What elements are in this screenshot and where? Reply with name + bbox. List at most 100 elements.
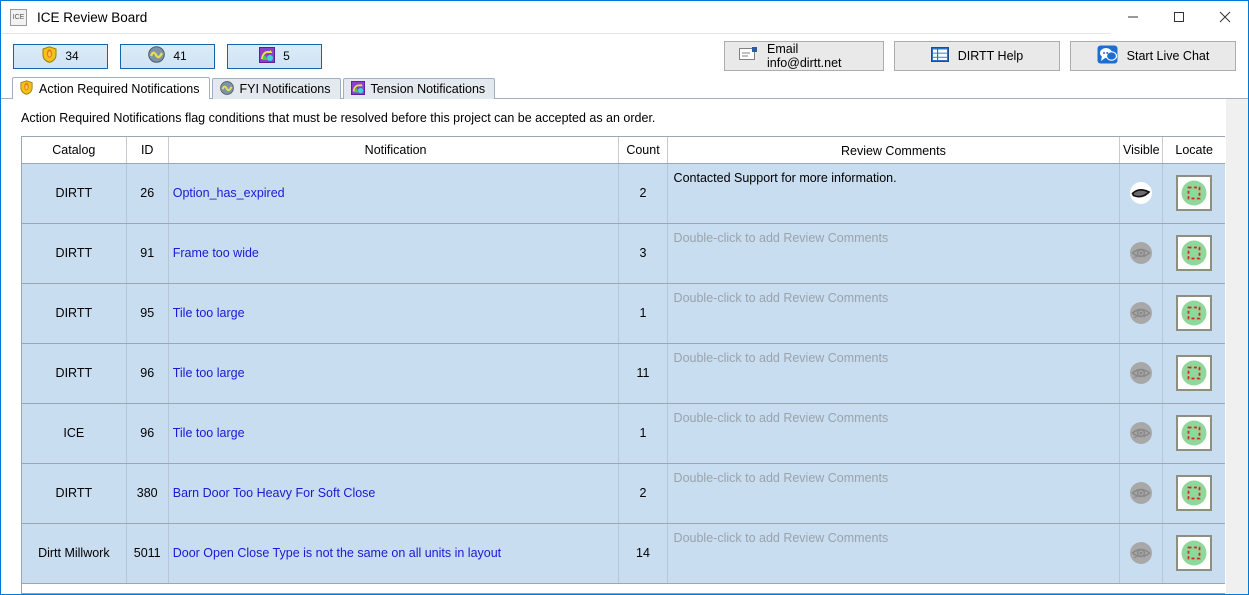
column-header-count[interactable]: Count bbox=[618, 137, 668, 164]
eye-hidden-icon[interactable] bbox=[1126, 361, 1156, 385]
close-button[interactable] bbox=[1202, 0, 1248, 34]
cell-review-comments[interactable]: Double-click to add Review Comments bbox=[667, 403, 1121, 464]
fyi-circle-icon bbox=[219, 80, 234, 98]
cell-catalog: DIRTT bbox=[22, 163, 127, 224]
cell-notification: Barn Door Too Heavy For Soft Close bbox=[168, 463, 620, 524]
cell-id: 95 bbox=[126, 283, 169, 344]
notification-link[interactable]: Option_has_expired bbox=[173, 186, 285, 200]
window-title: ICE Review Board bbox=[37, 9, 148, 25]
locate-button[interactable] bbox=[1176, 415, 1213, 451]
notification-link[interactable]: Tile too large bbox=[173, 426, 245, 440]
cell-id: 380 bbox=[126, 463, 169, 524]
table-row[interactable]: DIRTT 96 Tile too large 11 Double-click to a… bbox=[22, 343, 1225, 404]
locate-button[interactable] bbox=[1176, 535, 1213, 571]
cell-visible bbox=[1119, 403, 1164, 464]
minimize-button[interactable] bbox=[1110, 0, 1156, 34]
locate-button[interactable] bbox=[1176, 175, 1213, 211]
column-header-visible[interactable]: Visible bbox=[1119, 137, 1164, 164]
notification-link[interactable]: Barn Door Too Heavy For Soft Close bbox=[173, 486, 376, 500]
notification-link[interactable]: Door Open Close Type is not the same on … bbox=[173, 546, 501, 560]
review-comment-text: Double-click to add Review Comments bbox=[673, 230, 889, 245]
cell-count: 2 bbox=[618, 163, 668, 224]
table-row[interactable]: Dirtt Millwork 5011 Door Open Close Type i… bbox=[22, 523, 1225, 584]
locate-button[interactable] bbox=[1176, 235, 1213, 271]
panel-description: Action Required Notifications flag condi… bbox=[21, 111, 656, 125]
cell-visible bbox=[1119, 223, 1164, 284]
cell-review-comments[interactable]: Double-click to add Review Comments bbox=[667, 463, 1121, 524]
tension-count-button[interactable]: 5 bbox=[227, 43, 322, 69]
table-row[interactable]: DIRTT 91 Frame too wide 3 Double-click to ad… bbox=[22, 223, 1225, 284]
cell-count: 2 bbox=[618, 463, 668, 524]
dirtt-help-button[interactable]: DIRTT Help bbox=[894, 41, 1060, 71]
cell-count: 3 bbox=[618, 223, 668, 284]
column-header-locate[interactable]: Locate bbox=[1162, 137, 1225, 164]
ice-review-board-window: ICE ICE Review Board 34 41 5 Email info@… bbox=[0, 0, 1249, 595]
eye-hidden-icon[interactable] bbox=[1126, 301, 1156, 325]
action-button-group: Email info@dirtt.net DIRTT Help Start Li… bbox=[724, 41, 1236, 71]
locate-button[interactable] bbox=[1176, 355, 1213, 391]
cell-notification: Door Open Close Type is not the same on … bbox=[168, 523, 620, 584]
title-bar: ICE ICE Review Board bbox=[1, 0, 1248, 34]
dirtt-help-label: DIRTT Help bbox=[957, 49, 1024, 63]
cell-visible bbox=[1119, 463, 1164, 524]
tension-icon bbox=[259, 46, 276, 66]
cell-locate bbox=[1162, 283, 1225, 344]
eye-hidden-icon[interactable] bbox=[1126, 421, 1156, 445]
cell-review-comments[interactable]: Double-click to add Review Comments bbox=[667, 523, 1121, 584]
start-live-chat-button[interactable]: Start Live Chat bbox=[1070, 41, 1236, 71]
eye-visible-icon[interactable] bbox=[1126, 181, 1156, 205]
cell-id: 91 bbox=[126, 223, 169, 284]
app-icon: ICE bbox=[10, 8, 27, 26]
table-row[interactable]: DIRTT 26 Option_has_expired 2 Contacted Supp… bbox=[22, 163, 1225, 224]
cell-count: 11 bbox=[618, 343, 668, 404]
cell-catalog: ICE bbox=[22, 403, 127, 464]
review-comment-text: Double-click to add Review Comments bbox=[673, 350, 889, 365]
toolbar: 34 41 5 Email info@dirtt.net DIRTT Help … bbox=[1, 34, 1248, 78]
cell-catalog: DIRTT bbox=[22, 283, 127, 344]
column-header-catalog[interactable]: Catalog bbox=[22, 137, 127, 164]
tension-icon bbox=[350, 80, 365, 98]
maximize-button[interactable] bbox=[1156, 0, 1202, 34]
tab-tension-notifications[interactable]: Tension Notifications bbox=[342, 78, 496, 99]
tab-fyi-notifications[interactable]: FYI Notifications bbox=[211, 78, 341, 99]
notification-link[interactable]: Tile too large bbox=[173, 366, 245, 380]
fyi-count-button[interactable]: 41 bbox=[120, 43, 215, 69]
cell-catalog: DIRTT bbox=[22, 223, 127, 284]
table-header: Catalog ID Notification Count Review Com… bbox=[22, 137, 1225, 164]
locate-button[interactable] bbox=[1176, 295, 1213, 331]
locate-button[interactable] bbox=[1176, 475, 1213, 511]
table-row[interactable]: DIRTT 380 Barn Door Too Heavy For Soft Clo… bbox=[22, 463, 1225, 524]
column-header-id[interactable]: ID bbox=[126, 137, 169, 164]
tab-fyi-label: FYI Notifications bbox=[239, 82, 331, 96]
tab-action-required-label: Action Required Notifications bbox=[39, 81, 200, 96]
column-header-notification[interactable]: Notification bbox=[168, 137, 620, 164]
notification-link[interactable]: Tile too large bbox=[173, 306, 245, 320]
email-dirtt-button[interactable]: Email info@dirtt.net bbox=[724, 41, 884, 71]
cell-review-comments[interactable]: Double-click to add Review Comments bbox=[667, 343, 1121, 404]
cell-locate bbox=[1162, 163, 1225, 224]
fyi-circle-icon bbox=[148, 46, 166, 66]
tab-action-required-notifications[interactable]: Action Required Notifications bbox=[12, 77, 210, 99]
cell-locate bbox=[1162, 403, 1225, 464]
notification-link[interactable]: Frame too wide bbox=[173, 246, 259, 260]
cell-locate bbox=[1162, 223, 1225, 284]
table-row[interactable]: DIRTT 95 Tile too large 1 Double-click to ad… bbox=[22, 283, 1225, 344]
shield-icon bbox=[42, 46, 57, 66]
envelope-icon bbox=[739, 47, 758, 65]
action-required-count-button[interactable]: 34 bbox=[13, 43, 108, 69]
cell-notification: Tile too large bbox=[168, 283, 620, 344]
cell-catalog: DIRTT bbox=[22, 463, 127, 524]
cell-review-comments[interactable]: Double-click to add Review Comments bbox=[667, 283, 1121, 344]
eye-hidden-icon[interactable] bbox=[1126, 541, 1156, 565]
counter-button-group: 34 41 5 bbox=[13, 43, 322, 69]
cell-review-comments[interactable]: Double-click to add Review Comments bbox=[667, 223, 1121, 284]
cell-review-comments[interactable]: Contacted Support for more information. bbox=[667, 163, 1121, 224]
cell-visible bbox=[1119, 283, 1164, 344]
table-row[interactable]: ICE 96 Tile too large 1 Double-click to add … bbox=[22, 403, 1225, 464]
eye-hidden-icon[interactable] bbox=[1126, 241, 1156, 265]
notifications-table: Catalog ID Notification Count Review Com… bbox=[22, 137, 1225, 584]
column-header-review-comments[interactable]: Review Comments bbox=[667, 137, 1121, 164]
eye-hidden-icon[interactable] bbox=[1126, 481, 1156, 505]
grid-icon bbox=[930, 47, 949, 65]
review-comment-text: Double-click to add Review Comments bbox=[673, 530, 889, 545]
